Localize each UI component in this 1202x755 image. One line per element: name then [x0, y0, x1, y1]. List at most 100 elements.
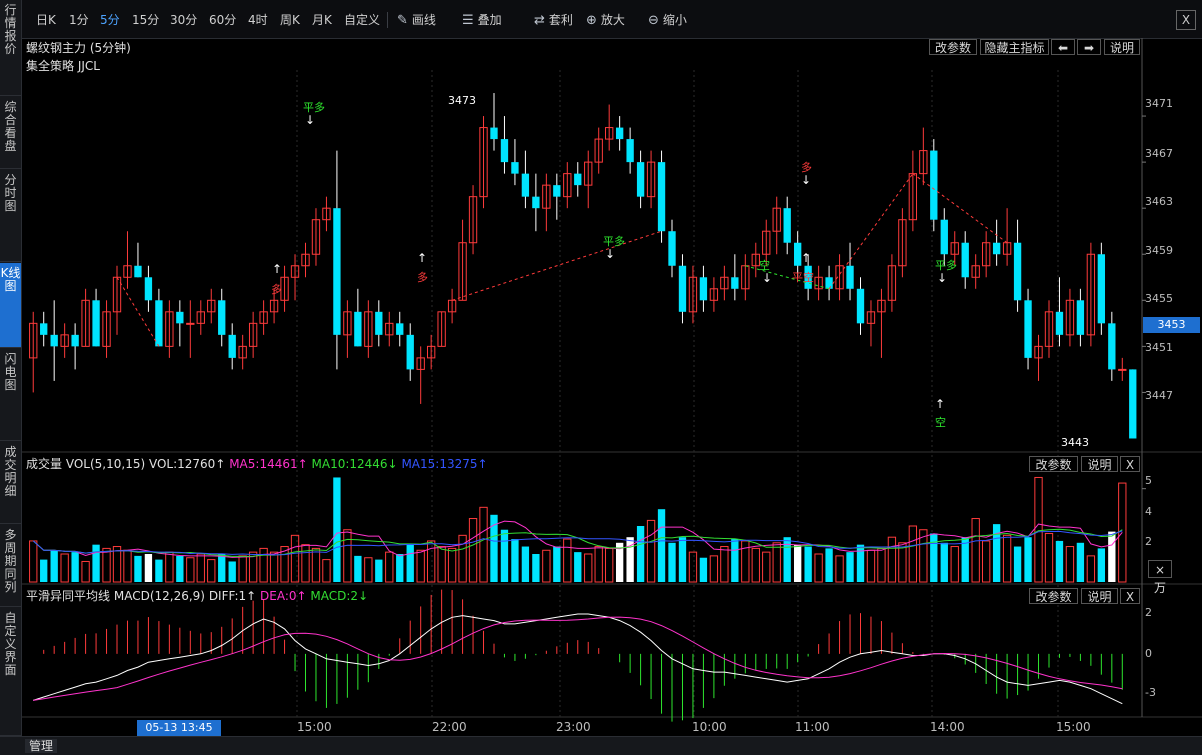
volume-bar [186, 557, 195, 583]
strategy-trend-line [116, 277, 160, 347]
candle-body [490, 127, 498, 140]
volume-bar [333, 477, 341, 582]
candle-body [992, 242, 1001, 255]
volume-unit-label: ×万 [1148, 560, 1172, 595]
candle-body [1013, 242, 1022, 301]
manage-button[interactable]: 管理 [25, 739, 57, 753]
price-tick: 3467 [1145, 147, 1173, 160]
volume-bar [165, 551, 174, 583]
volume-tick: 5 [1145, 474, 1152, 487]
volume-close-button[interactable]: X [1120, 456, 1140, 472]
candle-body [636, 162, 645, 197]
volume-bar [772, 542, 781, 583]
price-tick: 3447 [1145, 389, 1173, 402]
volume-header: 成交量 VOL(5,10,15) VOL:12760↑ MA5:14461↑ M… [26, 455, 488, 472]
macd-help-button[interactable]: 说明 [1081, 588, 1118, 604]
candle-body [961, 242, 969, 278]
volume-bar [1013, 546, 1022, 582]
volume-bar [709, 555, 719, 583]
macd-label: 平滑异同平均线 [26, 589, 111, 603]
volume-bar [825, 548, 833, 582]
candle-body [825, 277, 833, 289]
volume-bar [426, 540, 436, 583]
volume-params-button[interactable]: 改参数 [1029, 456, 1078, 472]
up-arrow-icon: ↑ [801, 251, 812, 265]
volume-bar [636, 526, 645, 582]
volume-bar [364, 557, 373, 583]
price-tick: 3455 [1145, 292, 1173, 305]
volume-ma5: MA5:14461↑ [229, 457, 308, 471]
volume-bar [1024, 537, 1032, 582]
volume-bar [794, 544, 802, 582]
volume-bar [657, 509, 666, 582]
volume-bar [60, 553, 69, 583]
candle-body [92, 300, 100, 347]
volume-bar [887, 536, 897, 583]
volume-help-button[interactable]: 说明 [1081, 456, 1118, 472]
candle-body [333, 208, 341, 335]
kline-chart[interactable] [0, 0, 1202, 754]
volume-bar [1108, 531, 1116, 582]
volume-bar [1002, 534, 1012, 583]
volume-ma15: MA15:13275↑ [401, 457, 488, 471]
volume-tick: 2 [1145, 535, 1152, 548]
time-tick: 22:00 [432, 720, 467, 734]
time-tick: 23:00 [556, 720, 591, 734]
volume-bar [218, 554, 226, 582]
macd-header: 平滑异同平均线 MACD(12,26,9) DIFF:1↑ DEA:0↑ MAC… [26, 587, 368, 604]
volume-bar [375, 559, 383, 582]
candle-body [176, 311, 184, 324]
time-cursor-label: 05-13 13:45 [137, 720, 221, 736]
volume-bar [500, 529, 509, 582]
volume-bar [898, 542, 907, 583]
volume-bar [123, 549, 132, 583]
volume-bar [416, 549, 425, 583]
volume-bar [877, 547, 886, 583]
volume-bar [856, 544, 865, 582]
volume-bar [81, 560, 90, 583]
volume-bar [207, 559, 216, 583]
candle-body [657, 162, 666, 232]
signal-label: 空 [935, 416, 946, 429]
candle-body [783, 208, 791, 243]
signal-label: 多 [417, 271, 428, 284]
candle-body [699, 277, 708, 301]
volume-bar [940, 542, 948, 582]
candle-body [218, 300, 226, 335]
candle-body [71, 334, 79, 347]
volume-bar [584, 553, 593, 583]
candle-body [186, 322, 195, 325]
price-tick: 3471 [1145, 97, 1173, 110]
macd-value: MACD:2↓ [310, 589, 369, 603]
volume-ma10: MA10:12446↓ [311, 457, 398, 471]
volume-bar [594, 546, 603, 583]
macd-tick: 0 [1145, 647, 1152, 660]
time-tick: 15:00 [297, 720, 332, 734]
volume-bar [814, 553, 823, 583]
candle-body [856, 288, 865, 324]
volume-bar [1076, 542, 1085, 582]
candle-body [1076, 300, 1085, 335]
strategy-trend-line [828, 173, 914, 290]
volume-bar [50, 550, 58, 582]
volume-bar [238, 555, 247, 583]
volume-bar [290, 534, 300, 583]
volume-bar [521, 546, 530, 582]
up-arrow-icon: ↑ [272, 262, 283, 276]
price-tick: 3451 [1145, 341, 1173, 354]
candle-body [574, 173, 582, 186]
volume-bar [574, 552, 582, 582]
volume-tick: 4 [1145, 505, 1152, 518]
volume-bar [1044, 532, 1054, 583]
strategy-trend-line [912, 173, 1008, 244]
volume-bar [971, 518, 980, 583]
macd-params-button[interactable]: 改参数 [1029, 588, 1078, 604]
candle-body [354, 311, 362, 347]
volume-bar [447, 547, 457, 583]
volume-bar [553, 546, 561, 582]
volume-bar [322, 559, 331, 583]
candle-body [144, 277, 153, 301]
volume-bar [866, 549, 876, 583]
macd-close-button[interactable]: X [1120, 588, 1140, 604]
macd-diff-line [33, 613, 1123, 705]
